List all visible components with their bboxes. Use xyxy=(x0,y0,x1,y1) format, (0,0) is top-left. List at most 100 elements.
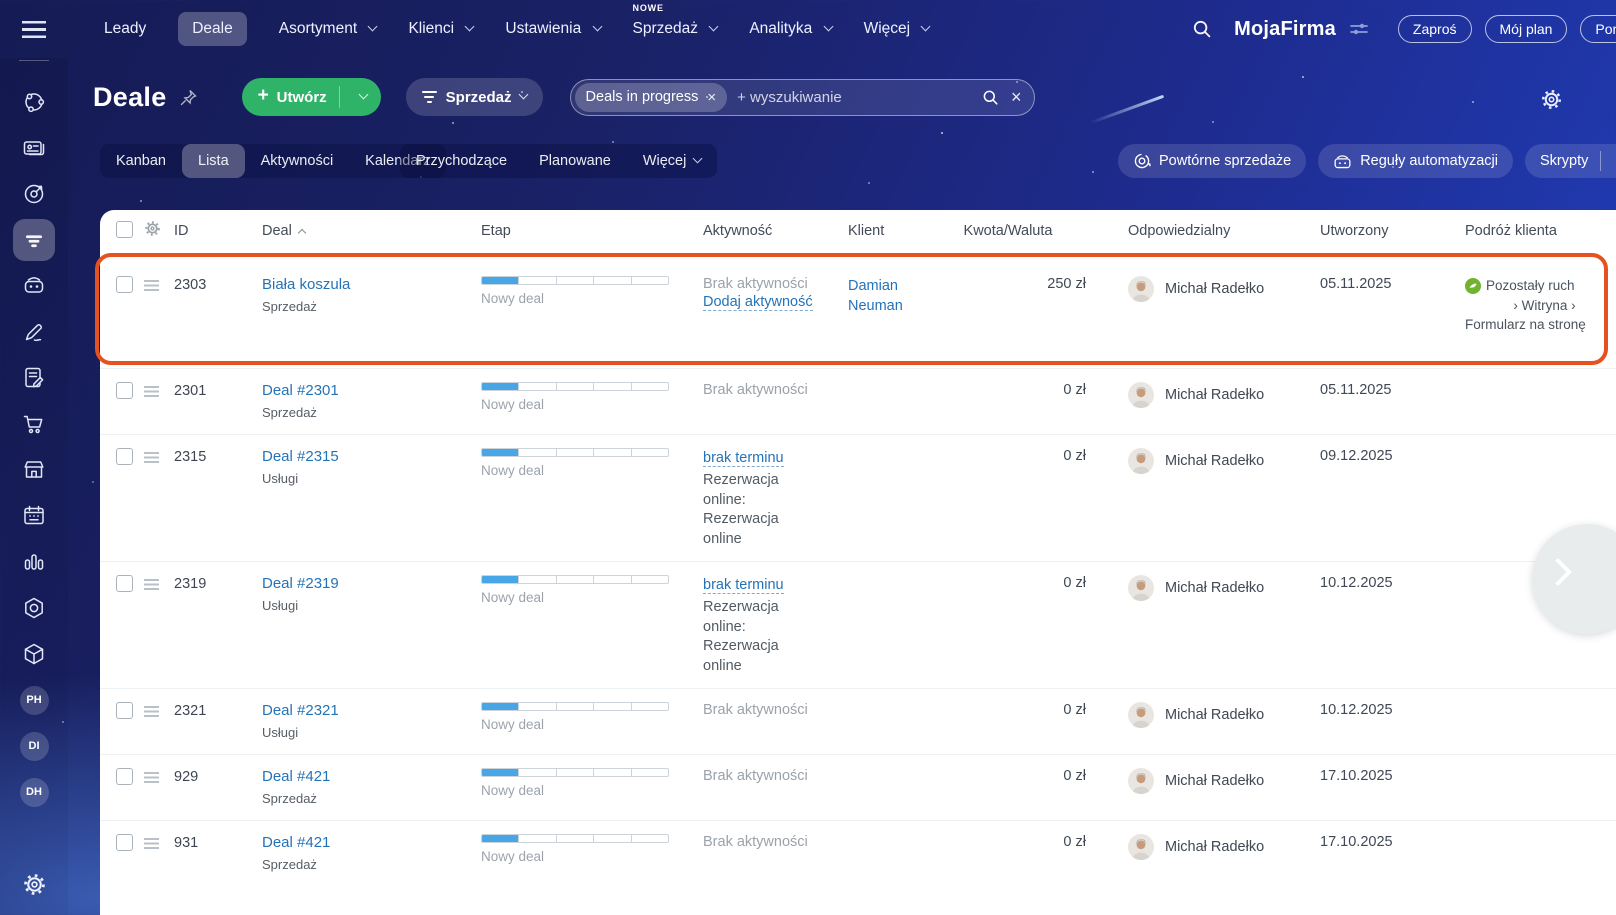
create-deal-button[interactable]: + Utwórz xyxy=(241,78,381,116)
activity-link[interactable]: Dodaj aktywność xyxy=(703,294,813,311)
company-name[interactable]: MojaFirma xyxy=(1234,18,1336,41)
topbar-pill-button[interactable]: Mój plan xyxy=(1484,15,1568,43)
avatar[interactable] xyxy=(1128,448,1154,474)
deal-title-link[interactable]: Deal #421 xyxy=(262,834,330,851)
automation-rules-button[interactable]: Reguły automatyzacji xyxy=(1318,144,1514,178)
chevron-down-icon[interactable] xyxy=(518,89,528,99)
column-header-deal[interactable]: Deal xyxy=(258,223,477,239)
column-header-id[interactable]: ID xyxy=(170,223,258,239)
column-header-owner[interactable]: Odpowiedzialny xyxy=(1086,223,1316,239)
row-menu-icon[interactable] xyxy=(144,706,159,717)
owner-name[interactable]: Michał Radełko xyxy=(1165,387,1264,403)
sidebar-item-calendar[interactable] xyxy=(0,493,68,539)
column-header-journey[interactable]: Podróż klienta xyxy=(1461,223,1616,239)
topnav-item[interactable]: Asortyment xyxy=(279,12,378,46)
table-row[interactable]: 2301 Deal #2301 Sprzedaż Nowy deal Brak … xyxy=(100,368,1616,434)
table-row[interactable]: 2303 Biała koszula Sprzedaż Nowy deal Br… xyxy=(95,252,1616,368)
search-icon[interactable] xyxy=(982,89,999,106)
view-tab[interactable]: Lista xyxy=(182,144,245,178)
deal-title-link[interactable]: Deal #2315 xyxy=(262,448,339,465)
owner-name[interactable]: Michał Radełko xyxy=(1165,707,1264,723)
row-menu-icon[interactable] xyxy=(144,772,159,783)
sliders-icon[interactable] xyxy=(1350,21,1368,37)
stage-progress-bar[interactable] xyxy=(481,702,669,711)
chip-close-icon[interactable]: × xyxy=(707,89,716,106)
sidebar-item-deals-funnel[interactable] xyxy=(0,217,68,263)
row-menu-icon[interactable] xyxy=(144,280,159,291)
tab-more[interactable]: Więcej xyxy=(627,144,718,178)
sidebar-item-store[interactable] xyxy=(0,447,68,493)
column-header-created[interactable]: Utworzony xyxy=(1316,223,1461,239)
row-menu-icon[interactable] xyxy=(144,452,159,463)
column-header-stage[interactable]: Etap xyxy=(477,223,699,239)
table-row[interactable]: 2321 Deal #2321 Usługi Nowy deal Brak ak… xyxy=(100,688,1616,754)
column-header-amount[interactable]: Kwota/Waluta xyxy=(936,223,1086,239)
view-tab[interactable]: Kanban xyxy=(100,144,182,178)
sidebar-item-robot[interactable] xyxy=(0,263,68,309)
owner-name[interactable]: Michał Radełko xyxy=(1165,839,1264,855)
topnav-item[interactable]: Ustawienia xyxy=(505,12,602,46)
row-checkbox[interactable] xyxy=(116,575,133,592)
stage-progress-bar[interactable] xyxy=(481,276,669,285)
sidebar-item-signature[interactable] xyxy=(0,309,68,355)
menu-hamburger-icon[interactable] xyxy=(22,20,46,38)
client-link[interactable]: Damian Neuman xyxy=(848,278,903,314)
sidebar-item-network[interactable] xyxy=(0,79,68,125)
table-row[interactable]: 2319 Deal #2319 Usługi Nowy deal brak te… xyxy=(100,561,1616,688)
owner-name[interactable]: Michał Radełko xyxy=(1165,281,1264,297)
stage-progress-bar[interactable] xyxy=(481,448,669,457)
activity-link[interactable]: brak terminu xyxy=(703,577,784,594)
search-icon[interactable] xyxy=(1192,19,1212,39)
sidebar-user-badge[interactable]: DH xyxy=(19,777,49,807)
search-bar[interactable]: Deals in progress × × xyxy=(569,78,1035,116)
sidebar-item-package[interactable] xyxy=(0,631,68,677)
column-header-client[interactable]: Klient xyxy=(844,223,936,239)
row-checkbox[interactable] xyxy=(116,702,133,719)
sidebar-item-hexagon[interactable] xyxy=(0,585,68,631)
row-checkbox[interactable] xyxy=(116,448,133,465)
avatar[interactable] xyxy=(1128,834,1154,860)
sidebar-item-contact-card[interactable] xyxy=(0,125,68,171)
owner-name[interactable]: Michał Radełko xyxy=(1165,580,1264,596)
avatar[interactable] xyxy=(1128,575,1154,601)
search-input[interactable] xyxy=(737,88,983,106)
avatar[interactable] xyxy=(1128,768,1154,794)
sidebar-settings-gear-icon[interactable] xyxy=(0,872,68,897)
deal-title-link[interactable]: Biała koszula xyxy=(262,276,350,293)
deal-title-link[interactable]: Deal #2319 xyxy=(262,575,339,592)
filter-tab[interactable]: Przychodzące xyxy=(400,144,523,178)
row-checkbox[interactable] xyxy=(116,768,133,785)
sidebar-item-cart[interactable] xyxy=(0,401,68,447)
topbar-pill-button[interactable]: Zaproś xyxy=(1397,15,1472,43)
view-tab[interactable]: Aktywności xyxy=(245,144,350,178)
topnav-item[interactable]: Więcej xyxy=(864,12,931,46)
topnav-item[interactable]: Deale xyxy=(178,12,247,46)
pipeline-filter-button[interactable]: Sprzedaż xyxy=(405,78,543,116)
scripts-button[interactable]: Skrypty xyxy=(1525,144,1616,178)
column-settings-gear-icon[interactable] xyxy=(144,220,161,237)
row-checkbox[interactable] xyxy=(116,834,133,851)
deal-title-link[interactable]: Deal #2301 xyxy=(262,382,339,399)
sidebar-item-target[interactable] xyxy=(0,171,68,217)
owner-name[interactable]: Michał Radełko xyxy=(1165,773,1264,789)
topnav-item[interactable]: Analityka xyxy=(749,12,834,46)
pin-icon[interactable] xyxy=(179,88,198,107)
row-checkbox[interactable] xyxy=(116,276,133,293)
row-menu-icon[interactable] xyxy=(144,838,159,849)
sidebar-item-document-edit[interactable] xyxy=(0,355,68,401)
topnav-item[interactable]: NOWE Sprzedaż xyxy=(633,3,719,46)
topbar-pill-button[interactable]: Pomoc xyxy=(1580,15,1616,43)
avatar[interactable] xyxy=(1128,382,1154,408)
avatar[interactable] xyxy=(1128,276,1154,302)
column-header-activity[interactable]: Aktywność xyxy=(699,223,844,239)
deal-title-link[interactable]: Deal #421 xyxy=(262,768,330,785)
row-menu-icon[interactable] xyxy=(144,579,159,590)
view-settings-gear-icon[interactable] xyxy=(1540,88,1563,116)
table-row[interactable]: 2315 Deal #2315 Usługi Nowy deal brak te… xyxy=(100,434,1616,561)
owner-name[interactable]: Michał Radełko xyxy=(1165,453,1264,469)
stage-progress-bar[interactable] xyxy=(481,768,669,777)
stage-progress-bar[interactable] xyxy=(481,834,669,843)
row-menu-icon[interactable] xyxy=(144,386,159,397)
deal-title-link[interactable]: Deal #2321 xyxy=(262,702,339,719)
sidebar-user-badge[interactable]: DI xyxy=(19,731,49,761)
